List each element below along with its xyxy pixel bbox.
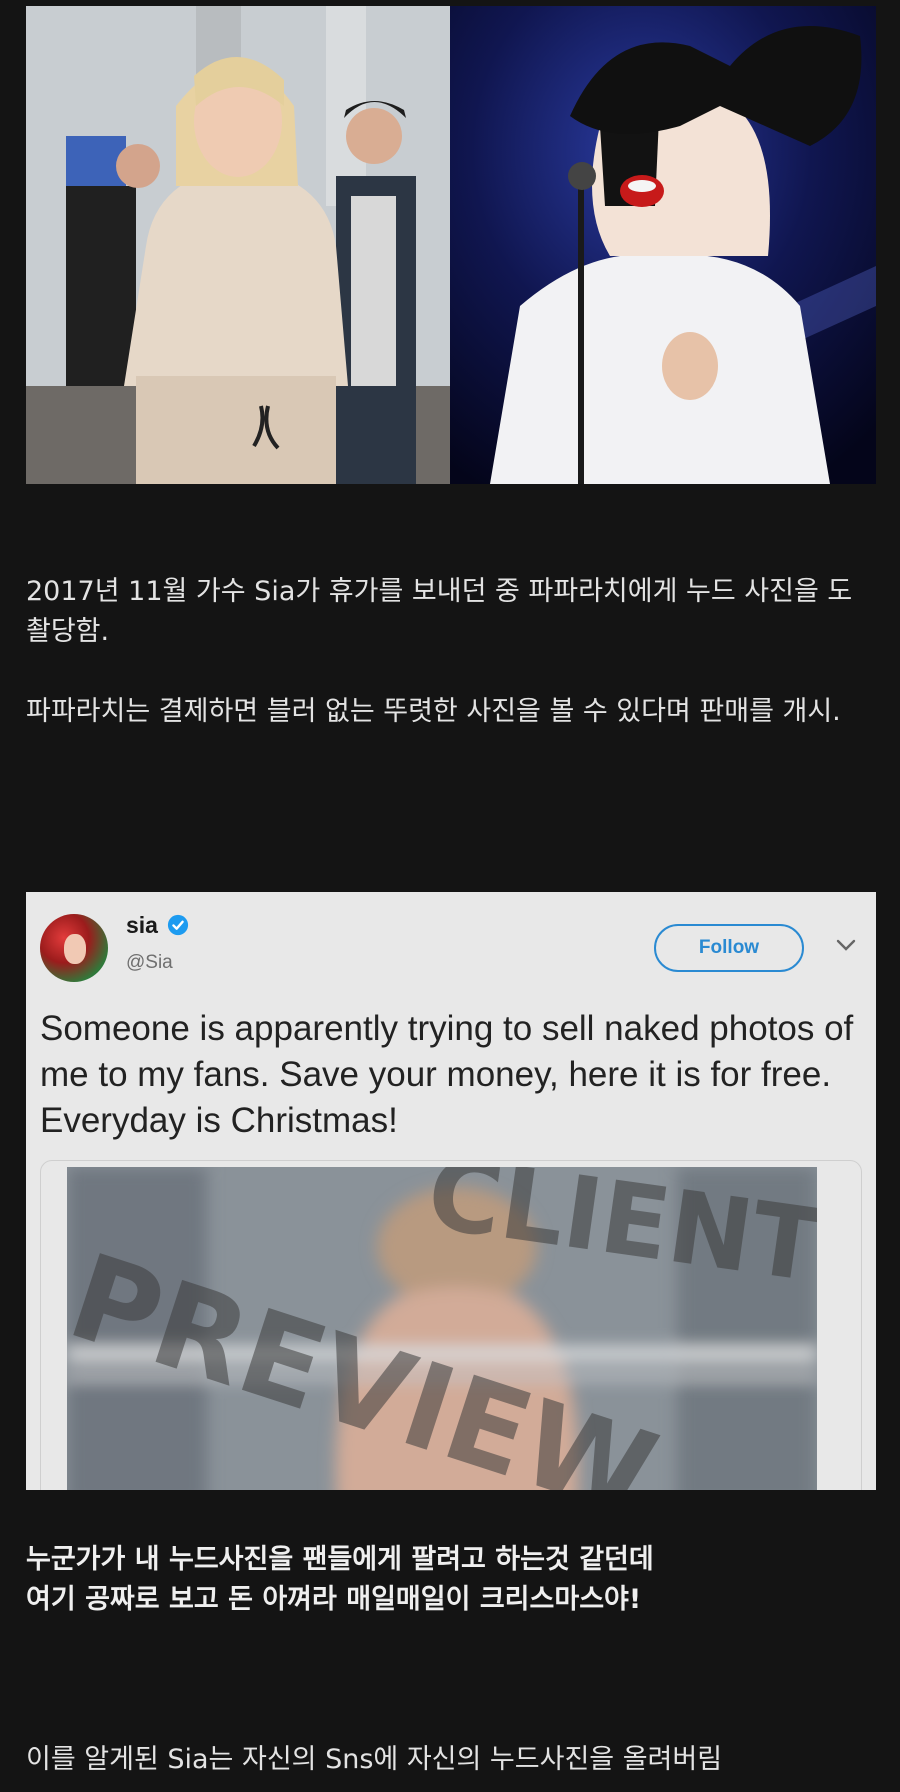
concert-photo [450, 6, 876, 484]
tweet-text: Someone is apparently trying to sell nak… [40, 1009, 854, 1140]
follow-button[interactable]: Follow [654, 924, 804, 972]
airport-photo [26, 6, 450, 484]
tweet-user-handle[interactable]: @Sia [126, 952, 173, 974]
paparazzi-paragraph: 파파라치는 결제하면 블러 없는 뚜렷한 사진을 볼 수 있다며 판매를 개시. [26, 696, 841, 727]
airport-photo-illustration [26, 6, 450, 484]
tweet-media[interactable]: CLIENT PREVIEW [40, 1160, 862, 1490]
outcome-paragraph: 이를 알게된 Sia는 자신의 Sns에 자신의 누드사진을 올려버림 [26, 1744, 723, 1775]
tweet-card: sia @Sia Follow Someone is apparently tr… [26, 892, 876, 1490]
concert-photo-illustration [450, 6, 876, 484]
intro-paragraph: 2017년 11월 가수 Sia가 휴가를 보내던 중 파파라치에게 누드 사진… [26, 576, 853, 647]
avatar-face [64, 934, 86, 964]
tweet-user-name[interactable]: sia [126, 912, 158, 939]
verified-badge-icon [167, 914, 189, 936]
chevron-down-icon[interactable] [836, 938, 856, 952]
avatar[interactable] [40, 914, 108, 982]
tweet-media-image: CLIENT PREVIEW [67, 1167, 817, 1490]
caption-line-1: 누군가가 내 누드사진을 팬들에게 팔려고 하는것 같던데 [26, 1544, 654, 1575]
top-photo-strip [26, 6, 876, 484]
caption-line-2: 여기 공짜로 보고 돈 아껴라 매일매일이 크리스마스야! [26, 1584, 642, 1615]
